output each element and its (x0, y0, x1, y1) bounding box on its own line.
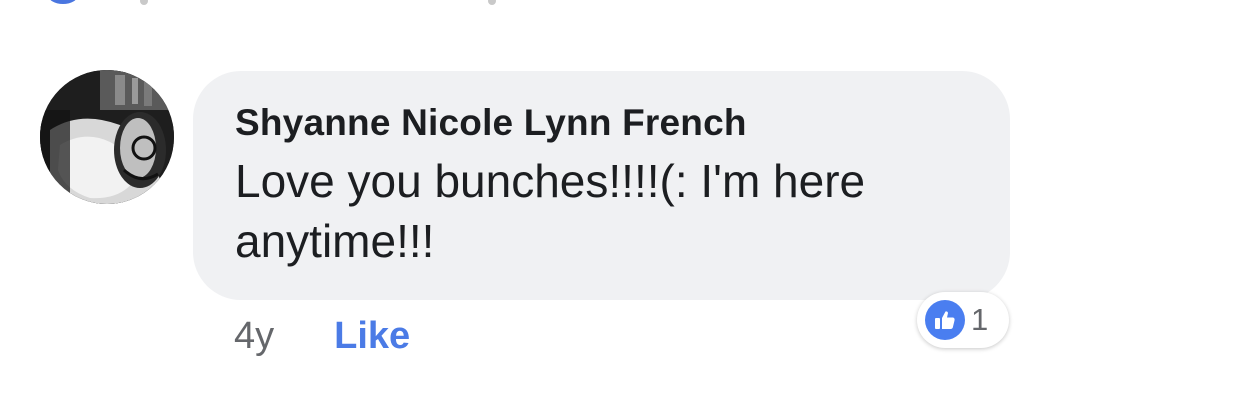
comment-meta: 4y Like (234, 312, 410, 360)
reaction-summary[interactable]: 1 (917, 292, 1009, 348)
avatar-photo (40, 70, 174, 204)
like-button[interactable]: Like (334, 315, 410, 358)
previous-dot-remnant (140, 0, 148, 5)
comment-author-name[interactable]: Shyanne Nicole Lynn French (235, 101, 968, 145)
previous-reaction-remnant (48, 0, 78, 4)
comment-text: Love you bunches!!!!(: I'm here anytime!… (235, 155, 866, 267)
previous-dot-remnant (488, 0, 496, 5)
comment-bubble: Shyanne Nicole Lynn French Love you bunc… (193, 71, 1010, 300)
reaction-count: 1 (971, 302, 989, 337)
like-icon (925, 300, 965, 340)
comment-screen: Shyanne Nicole Lynn French Love you bunc… (0, 0, 1242, 413)
comment-timestamp[interactable]: 4y (234, 315, 274, 358)
avatar[interactable] (40, 70, 174, 204)
